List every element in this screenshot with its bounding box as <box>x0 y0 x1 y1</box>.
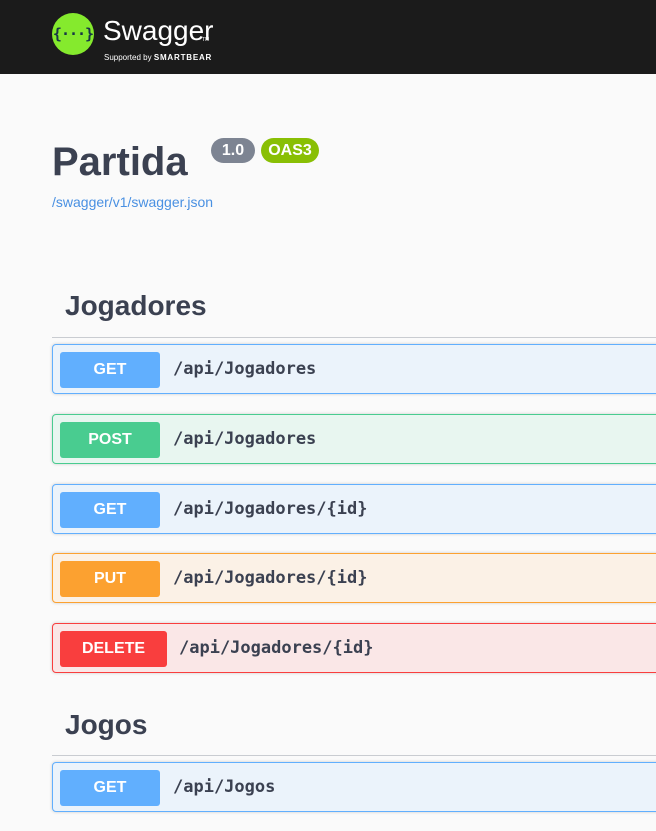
method-badge: POST <box>60 422 160 458</box>
operation-row[interactable]: GET /api/Jogos <box>52 762 656 812</box>
oas-badge: OAS3 <box>261 138 319 163</box>
operation-path: /api/Jogadores/{id} <box>173 568 368 588</box>
method-badge: GET <box>60 770 160 806</box>
version-badge: 1.0 <box>211 138 255 163</box>
operation-row[interactable]: GET /api/Jogadores/{id} <box>52 484 656 534</box>
method-badge: GET <box>60 492 160 528</box>
operation-path: /api/Jogadores/{id} <box>179 638 374 658</box>
operation-row[interactable]: DELETE /api/Jogadores/{id} <box>52 623 656 673</box>
supported-by-text: Supported by SMARTBEAR <box>104 53 212 63</box>
operation-path: /api/Jogadores <box>173 429 317 449</box>
supported-by-label: Supported by <box>104 53 152 62</box>
operation-path: /api/Jogadores/{id} <box>173 499 368 519</box>
operation-row[interactable]: PUT /api/Jogadores/{id} <box>52 553 656 603</box>
operation-row[interactable]: GET /api/Jogadores <box>52 344 656 394</box>
smartbear-label: SMARTBEAR <box>153 53 213 62</box>
api-title: Partida <box>52 140 188 184</box>
section-header-jogos[interactable]: Jogos <box>52 700 656 756</box>
section-title: Jogos <box>65 709 148 740</box>
trademark-mark: TM <box>202 37 210 43</box>
swagger-logo-icon: {···} <box>52 13 94 55</box>
operation-path: /api/Jogos <box>173 777 276 797</box>
method-badge: GET <box>60 352 160 388</box>
section-title: Jogadores <box>65 290 207 321</box>
operation-path: /api/Jogadores <box>173 359 317 379</box>
brand-title: Swagger <box>103 15 214 46</box>
spec-url-link[interactable]: /swagger/v1/swagger.json <box>52 194 213 210</box>
method-badge: PUT <box>60 561 160 597</box>
operation-row[interactable]: POST /api/Jogadores <box>52 414 656 464</box>
method-badge: DELETE <box>60 631 167 667</box>
section-header-jogadores[interactable]: Jogadores <box>52 280 656 338</box>
top-bar: {···} Swagger TM Supported by SMARTBEAR <box>0 0 656 74</box>
